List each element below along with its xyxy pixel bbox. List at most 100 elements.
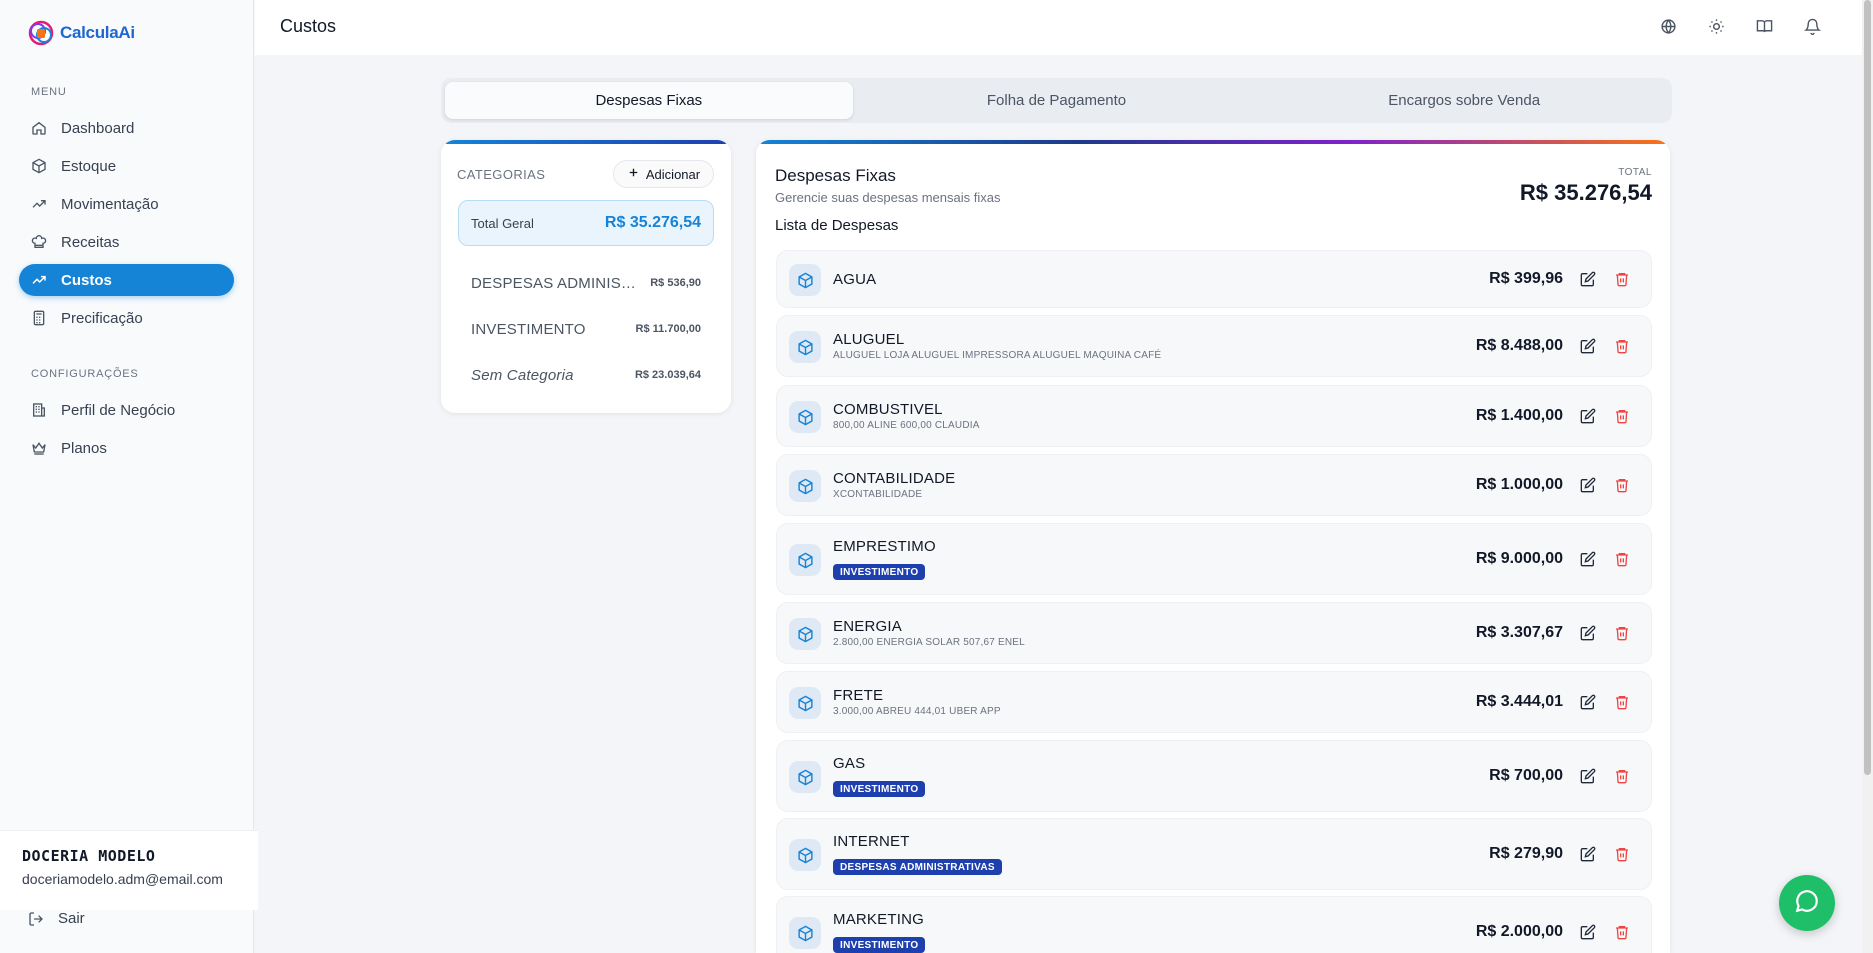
sidebar-item-custos[interactable]: Custos [19,264,234,296]
expense-name: GAS [833,755,866,772]
trash-icon [1614,694,1630,710]
logout-icon [28,911,44,927]
add-category-button[interactable]: Adicionar [613,160,714,188]
expense-description: 800,00 ALINE 600,00 CLAUDIA [833,420,980,431]
expense-description: ALUGUEL LOJA ALUGUEL IMPRESSORA ALUGUEL … [833,350,1162,361]
sidebar-item-label: Dashboard [61,119,135,137]
delete-button[interactable] [1611,405,1633,427]
expense-name: AGUA [833,271,877,288]
building-icon [31,402,47,418]
category-item[interactable]: Sem Categoria R$ 23.039,64 [471,364,701,386]
add-category-label: Adicionar [645,166,701,182]
expense-name: CONTABILIDADE [833,470,956,487]
expense-value: R$ 279,90 [1489,845,1563,862]
tab-despesas-fixas[interactable]: Despesas Fixas [445,82,853,119]
trash-icon [1614,338,1630,354]
sidebar-item-receitas[interactable]: Receitas [19,226,234,258]
tab-encargos-venda[interactable]: Encargos sobre Venda [1260,82,1668,119]
trend-icon [31,196,47,212]
delete-button[interactable] [1611,765,1633,787]
delete-button[interactable] [1611,691,1633,713]
expense-row: FRETE 3.000,00 ABREU 444,01 UBER APP R$ 3.… [776,671,1652,733]
sidebar-item-perfil-negocio[interactable]: Perfil de Negócio [19,394,234,426]
edit-icon [1580,924,1596,940]
expenses-subtitle: Gerencie suas despesas mensais fixas [775,190,1001,205]
category-badge: INVESTIMENTO [833,781,926,797]
sidebar-item-label: Custos [61,271,112,289]
total-geral-label: Total Geral [471,216,534,231]
expense-row: EMPRESTIMO INVESTIMENTO R$ 9.000,00 [776,523,1652,595]
edit-button[interactable] [1577,921,1599,943]
expenses-list-title: Lista de Despesas [775,217,899,234]
category-item[interactable]: DESPESAS ADMINISTRATIVAS R$ 536,90 [471,272,701,294]
edit-button[interactable] [1577,765,1599,787]
delete-button[interactable] [1611,335,1633,357]
sidebar-item-label: Movimentação [61,195,159,213]
sidebar-item-label: Receitas [61,233,120,251]
box-icon [789,544,821,576]
app-logo[interactable]: CalculaAi [26,18,135,48]
sun-icon[interactable] [1706,16,1726,36]
edit-button[interactable] [1577,691,1599,713]
edit-icon [1580,625,1596,641]
config-section-label: CONFIGURAÇÕES [31,368,139,380]
page-scrollbar[interactable] [1862,0,1873,953]
box-icon [789,761,821,793]
delete-button[interactable] [1611,474,1633,496]
categories-card: CATEGORIAS Adicionar Total Geral R$ 35.2… [441,140,731,413]
delete-button[interactable] [1611,843,1633,865]
globe-icon[interactable] [1658,16,1678,36]
delete-button[interactable] [1611,548,1633,570]
category-item[interactable]: INVESTIMENTO R$ 11.700,00 [471,318,701,340]
delete-button[interactable] [1611,622,1633,644]
expense-value: R$ 1.000,00 [1475,476,1563,493]
sidebar-item-label: Precificação [61,309,143,327]
sidebar-item-precificacao[interactable]: Precificação [19,302,234,334]
edit-button[interactable] [1577,405,1599,427]
top-header: Custos [255,0,1862,55]
card-accent-bar [760,140,1666,144]
edit-button[interactable] [1577,268,1599,290]
expense-row: MARKETING INVESTIMENTO R$ 2.000,00 [776,896,1652,953]
edit-button[interactable] [1577,843,1599,865]
trash-icon [1614,408,1630,424]
edit-button[interactable] [1577,622,1599,644]
tab-folha-pagamento[interactable]: Folha de Pagamento [853,82,1261,119]
expenses-card: Despesas Fixas Gerencie suas despesas me… [756,140,1670,953]
scroll-thumb[interactable] [1864,0,1871,775]
edit-button[interactable] [1577,474,1599,496]
sidebar-item-estoque[interactable]: Estoque [19,150,234,182]
bell-icon[interactable] [1802,16,1822,36]
delete-button[interactable] [1611,921,1633,943]
expense-row: INTERNET DESPESAS ADMINISTRATIVAS R$ 279,9… [776,818,1652,890]
expense-name: MARKETING [833,911,924,928]
sidebar-item-label: Planos [61,439,107,457]
expense-row: COMBUSTIVEL 800,00 ALINE 600,00 CLAUDIA R$… [776,385,1652,447]
box-icon [789,618,821,650]
category-total-geral[interactable]: Total Geral R$ 35.276,54 [458,200,714,246]
expenses-total-label: TOTAL [1618,167,1652,178]
category-value: R$ 11.700,00 [635,323,701,335]
box-icon [789,264,821,296]
book-icon[interactable] [1754,16,1774,36]
delete-button[interactable] [1611,268,1633,290]
expense-value: R$ 700,00 [1489,767,1563,784]
chat-icon [1794,888,1820,919]
expense-row: GAS INVESTIMENTO R$ 700,00 [776,740,1652,812]
trend-icon [31,272,47,288]
logout-button[interactable]: Sair [28,910,85,927]
expense-value: R$ 9.000,00 [1475,550,1563,567]
sidebar-item-movimentacao[interactable]: Movimentação [19,188,234,220]
expense-value: R$ 2.000,00 [1475,923,1563,940]
category-name: Sem Categoria [471,366,574,384]
edit-button[interactable] [1577,548,1599,570]
expenses-title: Despesas Fixas [775,166,896,185]
trash-icon [1614,625,1630,641]
category-name: DESPESAS ADMINISTRATIVAS [471,274,639,292]
expense-description: 2.800,00 ENERGIA SOLAR 507,67 ENEL [833,637,1025,648]
sidebar-item-planos[interactable]: Planos [19,432,234,464]
sidebar-item-dashboard[interactable]: Dashboard [19,112,234,144]
expense-value: R$ 399,96 [1489,270,1563,287]
edit-button[interactable] [1577,335,1599,357]
chat-button[interactable] [1779,875,1835,931]
